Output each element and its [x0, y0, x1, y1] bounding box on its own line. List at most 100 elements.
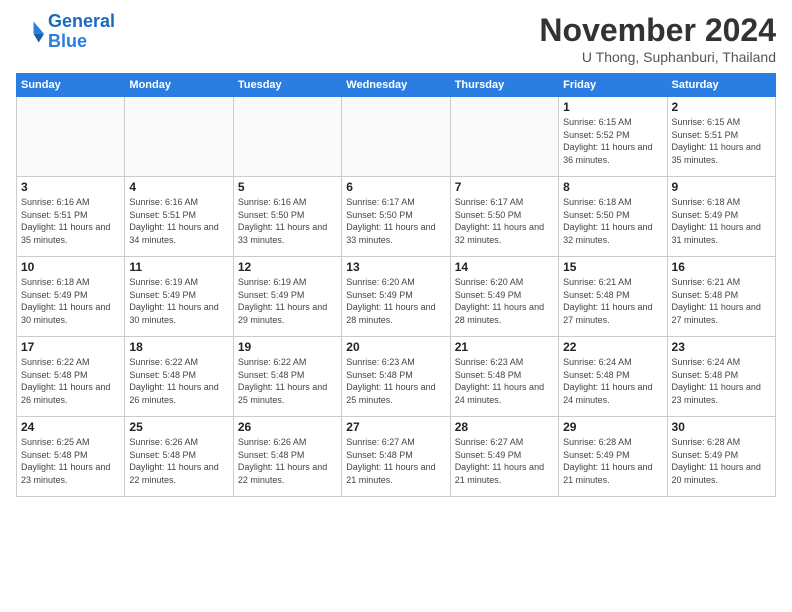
day-number: 3: [21, 180, 120, 194]
day-info: Sunrise: 6:15 AM Sunset: 5:51 PM Dayligh…: [672, 116, 771, 166]
calendar-cell: [450, 97, 558, 177]
weekday-header: Thursday: [450, 74, 558, 97]
calendar-cell: [233, 97, 341, 177]
day-info: Sunrise: 6:26 AM Sunset: 5:48 PM Dayligh…: [238, 436, 337, 486]
calendar-cell: 27 Sunrise: 6:27 AM Sunset: 5:48 PM Dayli…: [342, 417, 450, 497]
calendar-cell: 1 Sunrise: 6:15 AM Sunset: 5:52 PM Daylig…: [559, 97, 667, 177]
calendar-cell: 12 Sunrise: 6:19 AM Sunset: 5:49 PM Dayli…: [233, 257, 341, 337]
calendar-cell: 16 Sunrise: 6:21 AM Sunset: 5:48 PM Dayli…: [667, 257, 775, 337]
day-info: Sunrise: 6:22 AM Sunset: 5:48 PM Dayligh…: [21, 356, 120, 406]
calendar-cell: 25 Sunrise: 6:26 AM Sunset: 5:48 PM Dayli…: [125, 417, 233, 497]
day-info: Sunrise: 6:16 AM Sunset: 5:51 PM Dayligh…: [129, 196, 228, 246]
day-number: 13: [346, 260, 445, 274]
calendar-table: SundayMondayTuesdayWednesdayThursdayFrid…: [16, 73, 776, 497]
day-number: 28: [455, 420, 554, 434]
day-info: Sunrise: 6:16 AM Sunset: 5:51 PM Dayligh…: [21, 196, 120, 246]
logo-text: General Blue: [48, 12, 115, 52]
weekday-header: Saturday: [667, 74, 775, 97]
month-title: November 2024: [539, 12, 776, 49]
day-info: Sunrise: 6:20 AM Sunset: 5:49 PM Dayligh…: [455, 276, 554, 326]
calendar-cell: 22Sunrise: 6:24 AM Sunset: 5:48 PM Dayli…: [559, 337, 667, 417]
weekday-header: Wednesday: [342, 74, 450, 97]
day-info: Sunrise: 6:23 AM Sunset: 5:48 PM Dayligh…: [455, 356, 554, 406]
header: General Blue November 2024 U Thong, Suph…: [16, 12, 776, 65]
day-info: Sunrise: 6:24 AM Sunset: 5:48 PM Dayligh…: [672, 356, 771, 406]
day-number: 29: [563, 420, 662, 434]
day-number: 16: [672, 260, 771, 274]
calendar-cell: 29 Sunrise: 6:28 AM Sunset: 5:49 PM Dayli…: [559, 417, 667, 497]
calendar-cell: 28 Sunrise: 6:27 AM Sunset: 5:49 PM Dayli…: [450, 417, 558, 497]
calendar-cell: 11 Sunrise: 6:19 AM Sunset: 5:49 PM Dayli…: [125, 257, 233, 337]
day-number: 19: [238, 340, 337, 354]
day-number: 10: [21, 260, 120, 274]
calendar-cell: 20 Sunrise: 6:23 AM Sunset: 5:48 PM Dayli…: [342, 337, 450, 417]
day-number: 1: [563, 100, 662, 114]
day-info: Sunrise: 6:28 AM Sunset: 5:49 PM Dayligh…: [672, 436, 771, 486]
logo-line1: General: [48, 11, 115, 31]
day-number: 14: [455, 260, 554, 274]
day-info: Sunrise: 6:27 AM Sunset: 5:48 PM Dayligh…: [346, 436, 445, 486]
calendar-cell: 18 Sunrise: 6:22 AM Sunset: 5:48 PM Dayli…: [125, 337, 233, 417]
day-info: Sunrise: 6:18 AM Sunset: 5:49 PM Dayligh…: [672, 196, 771, 246]
calendar-cell: 9 Sunrise: 6:18 AM Sunset: 5:49 PM Daylig…: [667, 177, 775, 257]
day-info: Sunrise: 6:18 AM Sunset: 5:49 PM Dayligh…: [21, 276, 120, 326]
day-info: Sunrise: 6:23 AM Sunset: 5:48 PM Dayligh…: [346, 356, 445, 406]
day-number: 25: [129, 420, 228, 434]
calendar-cell: 24Sunrise: 6:25 AM Sunset: 5:48 PM Dayli…: [17, 417, 125, 497]
calendar-cell: 21Sunrise: 6:23 AM Sunset: 5:48 PM Dayli…: [450, 337, 558, 417]
calendar-cell: 26 Sunrise: 6:26 AM Sunset: 5:48 PM Dayli…: [233, 417, 341, 497]
weekday-header: Monday: [125, 74, 233, 97]
calendar-cell: 19 Sunrise: 6:22 AM Sunset: 5:48 PM Dayli…: [233, 337, 341, 417]
day-number: 17: [21, 340, 120, 354]
day-number: 9: [672, 180, 771, 194]
day-info: Sunrise: 6:19 AM Sunset: 5:49 PM Dayligh…: [129, 276, 228, 326]
day-number: 18: [129, 340, 228, 354]
day-info: Sunrise: 6:21 AM Sunset: 5:48 PM Dayligh…: [563, 276, 662, 326]
calendar-cell: 17 Sunrise: 6:22 AM Sunset: 5:48 PM Dayli…: [17, 337, 125, 417]
day-number: 15: [563, 260, 662, 274]
calendar-cell: 10 Sunrise: 6:18 AM Sunset: 5:49 PM Dayli…: [17, 257, 125, 337]
day-number: 20: [346, 340, 445, 354]
day-info: Sunrise: 6:22 AM Sunset: 5:48 PM Dayligh…: [129, 356, 228, 406]
day-info: Sunrise: 6:16 AM Sunset: 5:50 PM Dayligh…: [238, 196, 337, 246]
calendar-cell: [17, 97, 125, 177]
calendar-cell: 13 Sunrise: 6:20 AM Sunset: 5:49 PM Dayli…: [342, 257, 450, 337]
calendar-cell: 3 Sunrise: 6:16 AM Sunset: 5:51 PM Daylig…: [17, 177, 125, 257]
day-info: Sunrise: 6:21 AM Sunset: 5:48 PM Dayligh…: [672, 276, 771, 326]
day-info: Sunrise: 6:19 AM Sunset: 5:49 PM Dayligh…: [238, 276, 337, 326]
day-info: Sunrise: 6:27 AM Sunset: 5:49 PM Dayligh…: [455, 436, 554, 486]
calendar-cell: 15 Sunrise: 6:21 AM Sunset: 5:48 PM Dayli…: [559, 257, 667, 337]
day-number: 30: [672, 420, 771, 434]
day-info: Sunrise: 6:15 AM Sunset: 5:52 PM Dayligh…: [563, 116, 662, 166]
day-info: Sunrise: 6:18 AM Sunset: 5:50 PM Dayligh…: [563, 196, 662, 246]
day-info: Sunrise: 6:17 AM Sunset: 5:50 PM Dayligh…: [346, 196, 445, 246]
calendar-cell: [342, 97, 450, 177]
calendar-cell: 2 Sunrise: 6:15 AM Sunset: 5:51 PM Daylig…: [667, 97, 775, 177]
day-number: 26: [238, 420, 337, 434]
day-info: Sunrise: 6:22 AM Sunset: 5:48 PM Dayligh…: [238, 356, 337, 406]
calendar-cell: 30 Sunrise: 6:28 AM Sunset: 5:49 PM Dayli…: [667, 417, 775, 497]
logo-icon: [16, 18, 44, 46]
day-number: 12: [238, 260, 337, 274]
day-number: 11: [129, 260, 228, 274]
calendar-cell: 23Sunrise: 6:24 AM Sunset: 5:48 PM Dayli…: [667, 337, 775, 417]
day-number: 27: [346, 420, 445, 434]
calendar-cell: 6 Sunrise: 6:17 AM Sunset: 5:50 PM Daylig…: [342, 177, 450, 257]
calendar-cell: 14 Sunrise: 6:20 AM Sunset: 5:49 PM Dayli…: [450, 257, 558, 337]
calendar-cell: 7Sunrise: 6:17 AM Sunset: 5:50 PM Daylig…: [450, 177, 558, 257]
day-number: 5: [238, 180, 337, 194]
day-number: 6: [346, 180, 445, 194]
day-info: Sunrise: 6:26 AM Sunset: 5:48 PM Dayligh…: [129, 436, 228, 486]
day-number: 7: [455, 180, 554, 194]
day-info: Sunrise: 6:24 AM Sunset: 5:48 PM Dayligh…: [563, 356, 662, 406]
day-number: 2: [672, 100, 771, 114]
calendar-cell: 8Sunrise: 6:18 AM Sunset: 5:50 PM Daylig…: [559, 177, 667, 257]
location: U Thong, Suphanburi, Thailand: [539, 49, 776, 65]
page: General Blue November 2024 U Thong, Suph…: [0, 0, 792, 612]
calendar-cell: 5 Sunrise: 6:16 AM Sunset: 5:50 PM Daylig…: [233, 177, 341, 257]
day-info: Sunrise: 6:28 AM Sunset: 5:49 PM Dayligh…: [563, 436, 662, 486]
calendar-cell: [125, 97, 233, 177]
calendar-cell: 4Sunrise: 6:16 AM Sunset: 5:51 PM Daylig…: [125, 177, 233, 257]
logo: General Blue: [16, 12, 115, 52]
day-info: Sunrise: 6:20 AM Sunset: 5:49 PM Dayligh…: [346, 276, 445, 326]
